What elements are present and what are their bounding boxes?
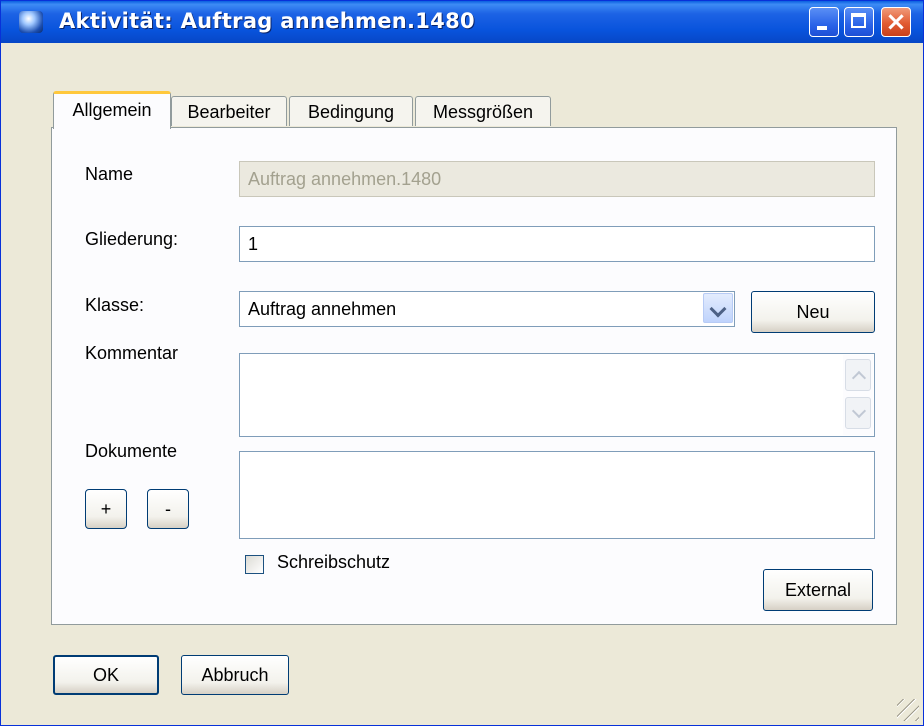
gliederung-label: Gliederung: (85, 229, 179, 249)
kommentar-scrollbar[interactable] (843, 355, 873, 435)
tab-bearbeiter[interactable]: Bearbeiter (171, 96, 287, 126)
klasse-dropdown[interactable]: Auftrag annehmen (239, 291, 735, 327)
close-icon: × (885, 7, 907, 37)
title-bar[interactable]: Aktivität: Auftrag annehmen.1480 × (1, 1, 923, 43)
scroll-down-button[interactable] (845, 397, 871, 429)
kommentar-textarea[interactable] (239, 353, 875, 437)
kommentar-label: Kommentar (85, 343, 179, 363)
tab-messgroessen[interactable]: Messgrößen (415, 96, 551, 126)
klasse-label: Klasse: (85, 295, 145, 315)
dropdown-button[interactable] (703, 293, 733, 323)
dialog-window: Aktivität: Auftrag annehmen.1480 × Allge… (0, 0, 924, 726)
resize-grip[interactable] (897, 699, 919, 721)
dokumente-list[interactable] (239, 451, 875, 539)
gliederung-field[interactable]: 1 (239, 226, 875, 262)
schreibschutz-checkbox[interactable] (245, 555, 264, 574)
klasse-selected-value: Auftrag annehmen (248, 299, 397, 319)
neu-button[interactable]: Neu (751, 291, 875, 333)
minimize-icon (817, 26, 827, 30)
chevron-down-icon (851, 403, 867, 419)
tab-allgemein[interactable]: Allgemein (53, 91, 171, 129)
dokumente-label: Dokumente (85, 441, 178, 461)
window-title: Aktivität: Auftrag annehmen.1480 (59, 9, 475, 33)
maximize-button[interactable] (844, 7, 874, 37)
add-document-button[interactable]: + (85, 489, 127, 529)
remove-document-button[interactable]: - (147, 489, 189, 529)
minimize-button[interactable] (809, 7, 839, 37)
scroll-up-button[interactable] (845, 359, 871, 391)
app-globe-icon (19, 11, 43, 33)
name-field: Auftrag annehmen.1480 (239, 161, 875, 197)
ok-button[interactable]: OK (53, 655, 159, 695)
schreibschutz-label: Schreibschutz (277, 552, 391, 572)
tab-bedingung[interactable]: Bedingung (289, 96, 413, 126)
chevron-down-icon (709, 300, 727, 318)
maximize-icon (851, 13, 866, 28)
close-button[interactable]: × (881, 7, 911, 37)
chevron-up-icon (851, 370, 867, 386)
external-button[interactable]: External (763, 569, 873, 611)
name-label: Name (85, 164, 134, 184)
cancel-button[interactable]: Abbruch (181, 655, 289, 695)
